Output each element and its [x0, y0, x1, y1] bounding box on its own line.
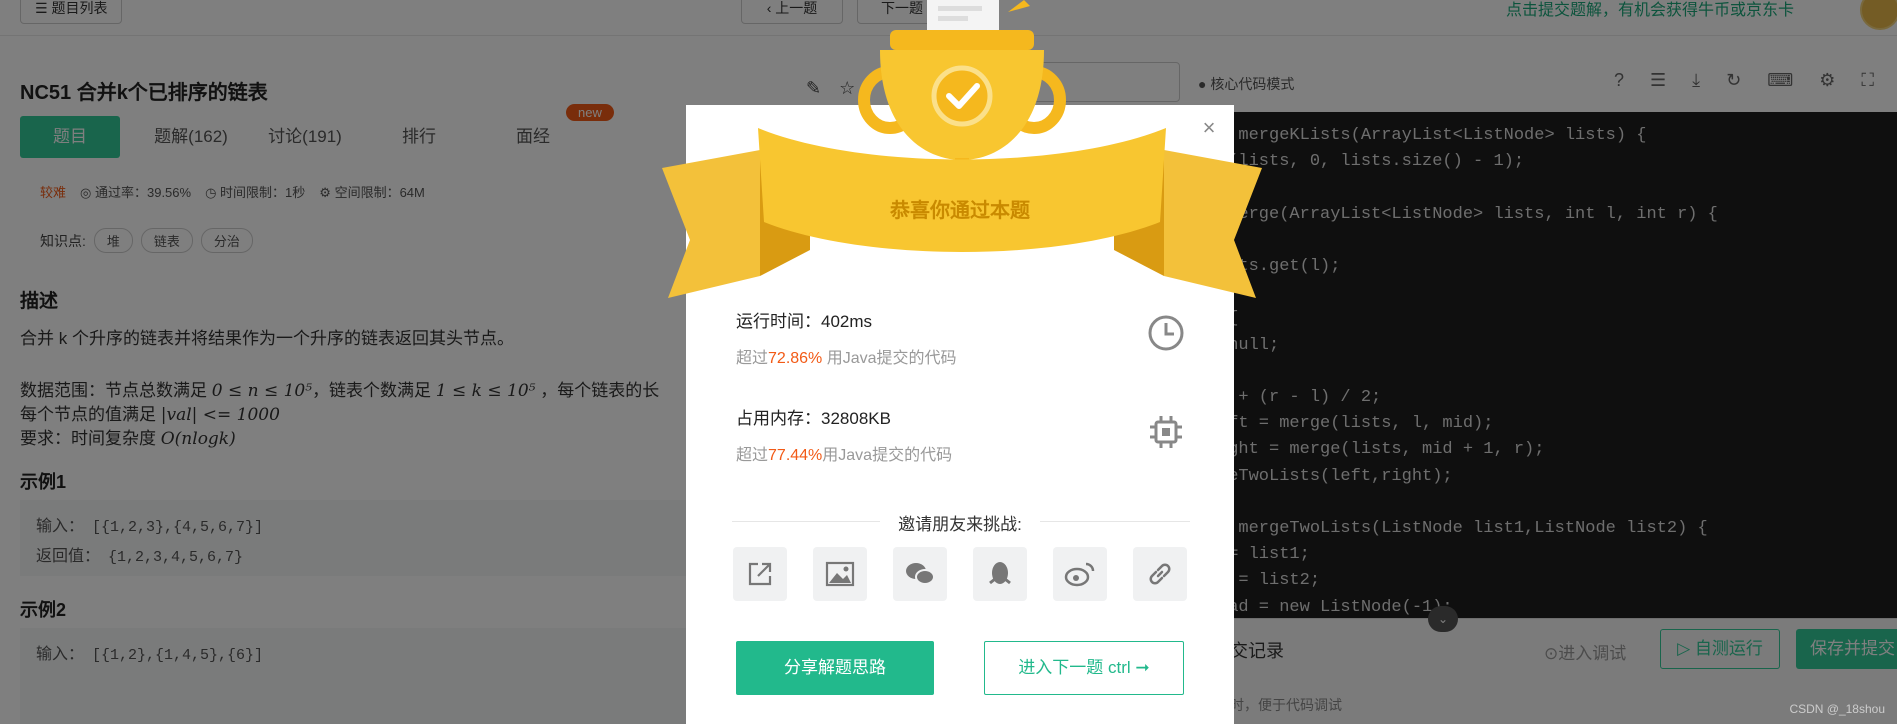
link-icon[interactable] — [1133, 547, 1187, 601]
qq-icon[interactable] — [973, 547, 1027, 601]
watermark: CSDN @_18shou — [1789, 702, 1885, 716]
share-external-icon[interactable] — [733, 547, 787, 601]
share-options — [733, 547, 1187, 601]
memory-beat: 超过77.44%用Java提交的代码 — [736, 447, 953, 464]
share-image-icon[interactable] — [813, 547, 867, 601]
clock-icon — [1148, 315, 1184, 351]
divider-right — [1040, 521, 1190, 522]
memory-label: 占用内存：32808KB — [736, 409, 891, 428]
share-solution-button[interactable]: 分享解题思路 — [736, 641, 934, 695]
runtime-beat: 超过72.86% 用Java提交的代码 — [736, 350, 957, 367]
close-icon[interactable]: × — [1198, 117, 1220, 139]
runtime-label: 运行时间：402ms — [736, 312, 873, 331]
divider-left — [732, 521, 882, 522]
chip-icon — [1150, 416, 1182, 448]
wechat-icon[interactable] — [893, 547, 947, 601]
next-problem-modal-button[interactable]: 进入下一题 ctrl ➞ — [984, 641, 1184, 695]
weibo-icon[interactable] — [1053, 547, 1107, 601]
invite-label: 邀请朋友来挑战: — [880, 510, 1040, 535]
congrats-title: 恭喜你通过本题 — [890, 200, 1030, 222]
trophy-icon — [662, 0, 1262, 298]
